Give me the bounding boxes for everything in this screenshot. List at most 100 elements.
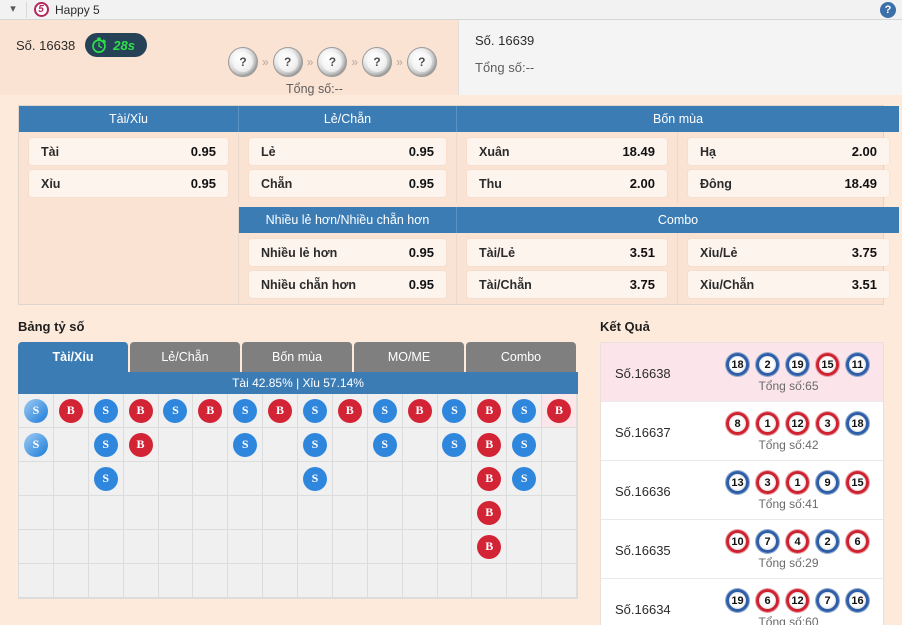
pending-ball: ? — [407, 47, 437, 77]
roadmap-cell — [368, 462, 403, 496]
result-balls: 19612716 — [726, 589, 869, 612]
roadmap-cell — [159, 496, 194, 530]
tab-combo[interactable]: Combo — [466, 342, 576, 372]
odds-value: 0.95 — [191, 176, 216, 191]
result-ball: 8 — [726, 412, 749, 435]
odds-value: 18.49 — [844, 176, 877, 191]
roadmap-cell: B — [472, 428, 507, 462]
roadmap-cell — [54, 428, 89, 462]
odds-option-xiu-le[interactable]: Xỉu/Lẻ 3.75 — [688, 239, 889, 266]
tab-mo-me[interactable]: MO/ME — [354, 342, 464, 372]
odds-body-row-1: Tài 0.95 Xỉu 0.95 Lẻ 0.95 Chẵn 0.95 Xuân… — [19, 132, 883, 203]
result-ball: 1 — [786, 471, 809, 494]
odds-value: 0.95 — [409, 144, 434, 159]
result-issue-id: Số.16637 — [615, 425, 726, 440]
roadmap-cell — [507, 530, 542, 564]
next-issue-number: Số. 16639 — [475, 33, 902, 48]
lower-section: Bảng tỷ số Tài/Xỉu Lẻ/Chẵn Bốn mùa MO/ME… — [18, 319, 884, 625]
roadmap-dot-xiu: S — [373, 433, 397, 457]
roadmap-cell — [542, 462, 577, 496]
odds-option-xiu[interactable]: Xỉu 0.95 — [29, 170, 228, 197]
roadmap-tabs: Tài/Xỉu Lẻ/Chẵn Bốn mùa MO/ME Combo — [18, 342, 578, 372]
roadmap-cell: S — [368, 394, 403, 428]
roadmap-cell: B — [542, 394, 577, 428]
odds-value: 3.51 — [630, 245, 655, 260]
pending-ball: ? — [228, 47, 258, 77]
result-ball: 18 — [846, 412, 869, 435]
roadmap-dot-tai: B — [477, 399, 501, 423]
odds-board: Tài/Xỉu Lẻ/Chẵn Bốn mùa Tài 0.95 Xỉu 0.9… — [18, 105, 884, 305]
roadmap-dot-xiu: S — [442, 433, 466, 457]
odds-option-thu[interactable]: Thu 2.00 — [467, 170, 667, 197]
help-icon[interactable]: ? — [880, 2, 896, 18]
odds-group-header-nhieu: Nhiều lẻ hơn/Nhiều chẵn hơn — [239, 207, 457, 233]
result-ball: 15 — [846, 471, 869, 494]
roadmap-cell — [228, 564, 263, 598]
logo-mark: 5 — [34, 2, 49, 17]
odds-label: Xuân — [479, 145, 510, 159]
roadmap-cell — [438, 462, 473, 496]
result-issue-id: Số.16635 — [615, 543, 726, 558]
roadmap-cell — [542, 564, 577, 598]
odds-option-nhieu-le-hon[interactable]: Nhiều lẻ hơn 0.95 — [249, 239, 446, 266]
tab-taixiu[interactable]: Tài/Xỉu — [18, 342, 128, 372]
odds-label: Thu — [479, 177, 502, 191]
roadmap-dot-tai: B — [408, 399, 432, 423]
roadmap-dot-xiu: S — [303, 433, 327, 457]
roadmap-cell: B — [403, 394, 438, 428]
odds-value: 3.51 — [852, 277, 877, 292]
ball-separator-icon: » — [347, 55, 362, 69]
odds-value: 0.95 — [191, 144, 216, 159]
odds-option-tai-le[interactable]: Tài/Lẻ 3.51 — [467, 239, 667, 266]
roadmap-cell — [54, 530, 89, 564]
odds-value: 2.00 — [630, 176, 655, 191]
result-ball: 2 — [816, 530, 839, 553]
roadmap-cell: S — [368, 428, 403, 462]
roadmap-cell — [159, 564, 194, 598]
result-ball: 3 — [756, 471, 779, 494]
roadmap-cell — [333, 496, 368, 530]
roadmap-cell — [507, 564, 542, 598]
odds-body-row-2: Nhiều lẻ hơn 0.95 Nhiều chẵn hơn 0.95 Tà… — [19, 233, 883, 304]
odds-option-xuan[interactable]: Xuân 18.49 — [467, 138, 667, 165]
roadmap-cell — [228, 496, 263, 530]
odds-option-le[interactable]: Lẻ 0.95 — [249, 138, 446, 165]
result-total: Tổng số:41 — [726, 497, 869, 511]
odds-option-ha[interactable]: Hạ 2.00 — [688, 138, 889, 165]
odds-option-xiu-chan[interactable]: Xỉu/Chẵn 3.51 — [688, 271, 889, 298]
roadmap-dot-xiu: S — [303, 467, 327, 491]
roadmap-cell: S — [438, 428, 473, 462]
roadmap-cell — [89, 530, 124, 564]
stopwatch-icon — [90, 36, 108, 54]
roadmap-cell — [403, 428, 438, 462]
roadmap-dot-tai: B — [129, 399, 153, 423]
odds-option-nhieu-chan-hon[interactable]: Nhiều chẵn hơn 0.95 — [249, 271, 446, 298]
tab-bonmua[interactable]: Bốn mùa — [242, 342, 352, 372]
odds-group-header-combo: Combo — [457, 207, 899, 233]
roadmap-dot-tai: B — [477, 467, 501, 491]
chevron-down-icon[interactable]: ▾ — [0, 4, 26, 15]
roadmap-cell — [438, 496, 473, 530]
roadmap-dot-tai: B — [198, 399, 222, 423]
odds-label: Nhiều chẵn hơn — [261, 278, 356, 292]
odds-option-tai-chan[interactable]: Tài/Chẵn 3.75 — [467, 271, 667, 298]
odds-option-dong[interactable]: Đông 18.49 — [688, 170, 889, 197]
roadmap-cell — [228, 462, 263, 496]
roadmap-cell — [368, 496, 403, 530]
result-issue-id: Số.16636 — [615, 484, 726, 499]
odds-option-chan[interactable]: Chẵn 0.95 — [249, 170, 446, 197]
pending-ball: ? — [273, 47, 303, 77]
roadmap-cell — [403, 462, 438, 496]
roadmap-cell — [298, 496, 333, 530]
result-ball: 16 — [846, 589, 869, 612]
tab-lechan[interactable]: Lẻ/Chẵn — [130, 342, 240, 372]
odds-value: 0.95 — [409, 277, 434, 292]
app-title: Happy 5 — [55, 3, 100, 17]
roadmap-cell — [263, 462, 298, 496]
odds-header-row-1: Tài/Xỉu Lẻ/Chẵn Bốn mùa — [19, 106, 883, 132]
odds-value: 0.95 — [409, 176, 434, 191]
result-ball: 6 — [846, 530, 869, 553]
roadmap-cell — [193, 530, 228, 564]
roadmap-dot-xiu: S — [94, 433, 118, 457]
odds-option-tai[interactable]: Tài 0.95 — [29, 138, 228, 165]
